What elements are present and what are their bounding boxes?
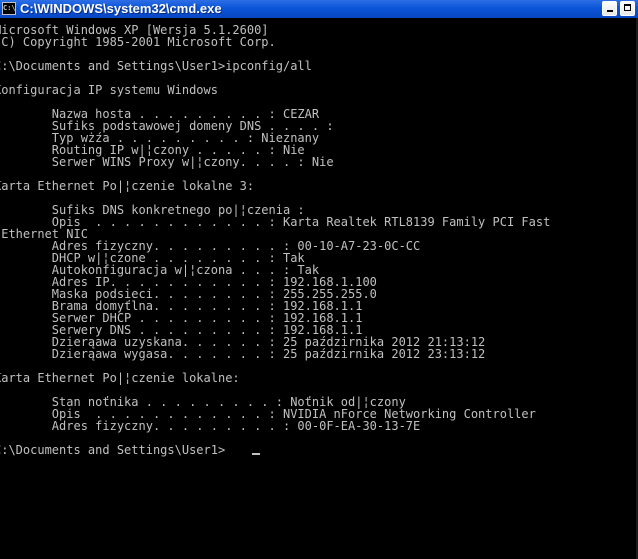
maximize-button[interactable]	[620, 1, 635, 16]
console-line: Dzierąawa wygasa. . . . . . . : 25 paźdz…	[0, 347, 486, 361]
console-text: Microsoft Windows XP [Wersja 5.1.2600] (C…	[0, 24, 550, 456]
window-title: C:\WINDOWS\system32\cmd.exe	[20, 1, 222, 16]
title-bar[interactable]: C:\ C:\WINDOWS\system32\cmd.exe	[0, 0, 638, 19]
text-cursor	[252, 453, 260, 455]
console-line: C:\Documents and Settings\User1>ipconfig…	[0, 59, 312, 73]
console-prompt[interactable]: C:\Documents and Settings\User1>	[0, 444, 550, 456]
console-output[interactable]: Microsoft Windows XP [Wersja 5.1.2600] (C…	[0, 18, 638, 559]
console-line: Konfiguracja IP systemu Windows	[0, 83, 218, 97]
console-line: (C) Copyright 1985-2001 Microsoft Corp.	[0, 35, 276, 49]
console-line: Serwer WINS Proxy w|¦czony. . . . : Nie	[0, 155, 334, 169]
console-line: Karta Ethernet Po|¦czenie lokalne 3:	[0, 179, 255, 193]
console-line: Karta Ethernet Po|¦czenie lokalne:	[0, 371, 240, 385]
cmd-icon[interactable]: C:\	[2, 2, 16, 15]
console-line: Adres fizyczny. . . . . . . . . : 00-0F-…	[0, 419, 421, 433]
minimize-button[interactable]	[602, 1, 617, 16]
